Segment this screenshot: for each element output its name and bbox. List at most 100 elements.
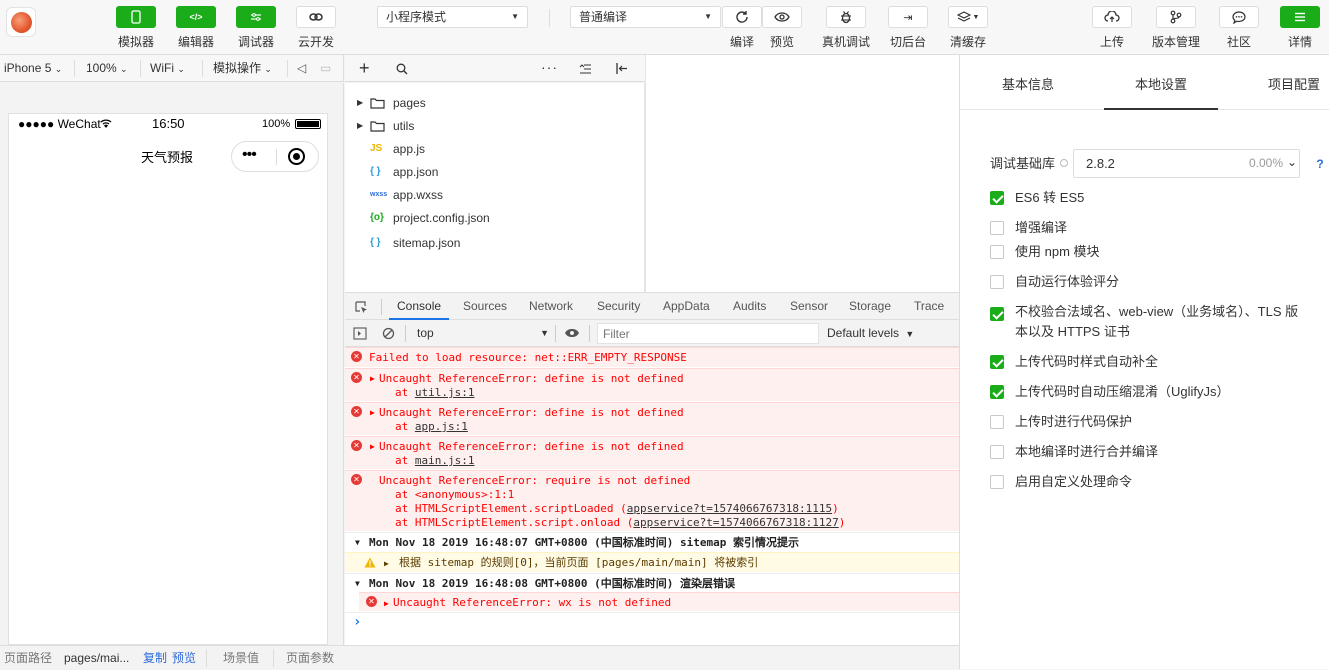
capsule-menu[interactable]: ••• (231, 141, 319, 172)
tab-security[interactable]: Security (597, 293, 640, 320)
collapse-arrow-icon[interactable]: ▼ (355, 536, 360, 550)
editor-toggle-button[interactable]: </> (176, 6, 216, 28)
compile-select[interactable]: 普通编译 ▼ (570, 6, 721, 28)
checkbox-checked-icon[interactable] (990, 191, 1004, 205)
copy-path-link[interactable]: 复制 (143, 646, 167, 670)
details-button[interactable] (1280, 6, 1320, 28)
tab-trace[interactable]: Trace (914, 293, 944, 320)
console-error-row[interactable]: ✕ ▶ Uncaught ReferenceError: wx is not d… (359, 592, 959, 611)
chevron-right-icon[interactable]: ▶ (357, 92, 363, 114)
source-link[interactable]: appservice?t=1574066767318:1115 (627, 502, 832, 515)
phone-screen[interactable]: ●●●●● WeChat 16:50 100% 天气预报 ••• (8, 113, 328, 645)
checkbox-unchecked-icon[interactable] (990, 221, 1004, 235)
console-group-header[interactable]: ▼ Mon Nov 18 2019 16:48:07 GMT+0800 (中国标… (345, 532, 959, 551)
tab-audits[interactable]: Audits (733, 293, 766, 320)
inspect-element-icon[interactable] (355, 301, 368, 314)
console-error-row[interactable]: ✕ ▶ Uncaught ReferenceError: define is n… (345, 368, 959, 401)
console-warning-row[interactable]: ▶ 根据 sitemap 的规则[0]，当前页面 [pages/main/mai… (345, 552, 959, 572)
chevron-right-icon[interactable]: ▶ (357, 115, 363, 137)
tab-network[interactable]: Network (529, 293, 573, 320)
clock-text: 16:50 (152, 116, 185, 131)
simulator-toggle-button[interactable] (116, 6, 156, 28)
tree-item-app-js[interactable]: JS app.js (345, 138, 645, 160)
network-select[interactable]: WiFi ⌄ (150, 55, 185, 82)
more-dots-icon[interactable]: ••• (242, 146, 257, 164)
expand-arrow-icon[interactable]: ▶ (384, 557, 389, 571)
eye-icon[interactable] (564, 328, 580, 338)
more-icon[interactable]: ··· (541, 59, 558, 75)
console-error-row[interactable]: ✕ Uncaught ReferenceError: require is no… (345, 470, 959, 531)
tree-item-project-config[interactable]: {o} project.config.json (345, 207, 645, 229)
tree-item-app-wxss[interactable]: wxss app.wxss (345, 184, 645, 206)
context-select[interactable]: top ▼ (411, 323, 549, 343)
expand-arrow-icon[interactable]: ▶ (384, 597, 389, 611)
console-output[interactable]: ✕ Failed to load resource: net::ERR_EMPT… (345, 347, 959, 645)
console-filter-input[interactable] (597, 323, 819, 344)
sidebar-toggle-icon[interactable] (353, 327, 367, 340)
collapse-icon[interactable] (579, 64, 592, 74)
scene-value-label[interactable]: 场景值 (223, 646, 259, 670)
community-button[interactable] (1219, 6, 1259, 28)
debug-lib-select[interactable]: 2.8.2 0.00% ⌄ (1073, 149, 1300, 178)
eye-icon (774, 12, 790, 22)
close-mini-program-icon[interactable] (288, 148, 305, 165)
add-file-icon[interactable]: + (359, 58, 370, 79)
checkbox-checked-icon[interactable] (990, 355, 1004, 369)
version-manage-button[interactable] (1156, 6, 1196, 28)
expand-arrow-icon[interactable]: ▶ (370, 440, 375, 454)
volume-icon[interactable]: ◁ (297, 55, 306, 82)
collapse-arrow-icon[interactable]: ▼ (355, 577, 360, 591)
preview-path-link[interactable]: 预览 (172, 646, 196, 670)
device-debug-button[interactable] (826, 6, 866, 28)
tab-sources[interactable]: Sources (463, 293, 507, 320)
tab-appdata[interactable]: AppData (663, 293, 710, 320)
tab-sensor[interactable]: Sensor (790, 293, 828, 320)
clear-console-icon[interactable] (382, 327, 395, 340)
checkbox-checked-icon[interactable] (990, 385, 1004, 399)
source-link[interactable]: main.js:1 (415, 454, 475, 467)
compile-button[interactable] (722, 6, 762, 28)
tab-basic-info[interactable]: 基本信息 (986, 55, 1070, 110)
source-link[interactable]: util.js:1 (415, 386, 475, 399)
simulate-operation-select[interactable]: 模拟操作 ⌄ (213, 55, 272, 82)
expand-arrow-icon[interactable]: ▶ (370, 406, 375, 420)
tab-console[interactable]: Console (389, 293, 450, 320)
console-error-row[interactable]: ✕ ▶ Uncaught ReferenceError: define is n… (345, 402, 959, 435)
preview-button[interactable] (762, 6, 802, 28)
source-link[interactable]: app.js:1 (415, 420, 468, 433)
split-view-icon[interactable] (615, 62, 629, 75)
checkbox-unchecked-icon[interactable] (990, 275, 1004, 289)
tree-item-utils[interactable]: ▶ utils (345, 115, 645, 137)
debugger-toggle-button[interactable] (236, 6, 276, 28)
checkbox-checked-icon[interactable] (990, 307, 1004, 321)
upload-button[interactable] (1092, 6, 1132, 28)
checkbox-unchecked-icon[interactable] (990, 415, 1004, 429)
device-select[interactable]: iPhone 5 ⌄ (4, 55, 62, 82)
search-icon[interactable] (396, 63, 408, 75)
tab-storage[interactable]: Storage (849, 293, 891, 320)
tab-project-config[interactable]: 项目配置 (1256, 55, 1329, 110)
expand-arrow-icon[interactable]: ▶ (370, 372, 375, 386)
code-editor-area[interactable] (645, 55, 959, 292)
avatar[interactable] (6, 7, 36, 37)
window-icon[interactable]: ▭ (320, 55, 331, 82)
tree-item-sitemap[interactable]: { } sitemap.json (345, 232, 645, 254)
checkbox-unchecked-icon[interactable] (990, 475, 1004, 489)
log-levels-select[interactable]: Default levels ▼ (827, 323, 914, 344)
checkbox-unchecked-icon[interactable] (990, 245, 1004, 259)
console-error-row[interactable]: ✕ ▶ Uncaught ReferenceError: define is n… (345, 436, 959, 469)
source-link[interactable]: appservice?t=1574066767318:1127 (633, 516, 838, 529)
clear-cache-button[interactable]: ▼ (948, 6, 988, 28)
mode-select[interactable]: 小程序模式 ▼ (377, 6, 528, 28)
help-icon[interactable]: ? (1312, 156, 1328, 172)
background-switch-button[interactable]: ⇥ (888, 6, 928, 28)
page-params-label[interactable]: 页面参数 (286, 646, 334, 670)
zoom-select[interactable]: 100% ⌄ (86, 55, 128, 82)
tree-item-app-json[interactable]: { } app.json (345, 161, 645, 183)
tree-item-pages[interactable]: ▶ pages (345, 92, 645, 114)
console-group-header[interactable]: ▼ Mon Nov 18 2019 16:48:08 GMT+0800 (中国标… (345, 573, 959, 592)
console-prompt[interactable]: › (345, 612, 959, 632)
cloud-dev-button[interactable] (296, 6, 336, 28)
checkbox-unchecked-icon[interactable] (990, 445, 1004, 459)
tab-local-settings[interactable]: 本地设置 (1104, 55, 1218, 110)
